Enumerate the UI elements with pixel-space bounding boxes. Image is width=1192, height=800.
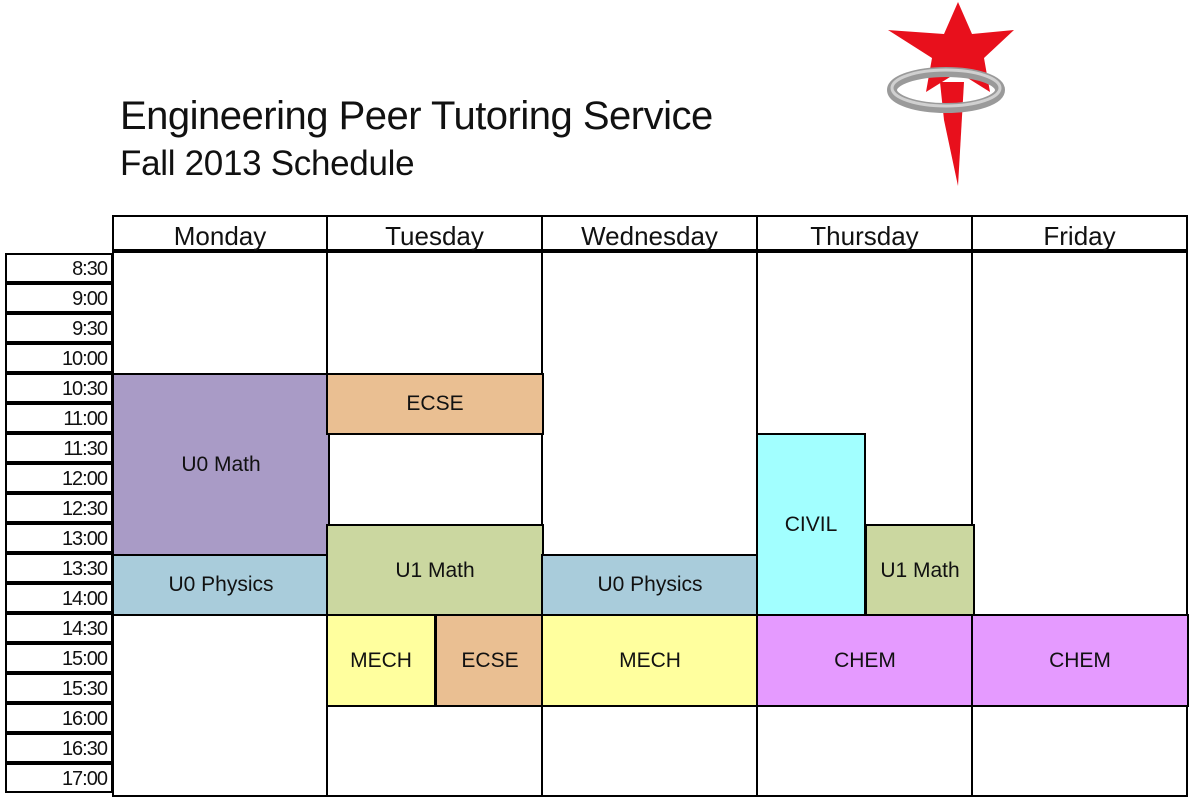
session-block: ECSE bbox=[326, 373, 544, 435]
session-block: U0 Physics bbox=[112, 554, 330, 616]
time-label: 8:30 bbox=[5, 253, 113, 283]
session-block: U1 Math bbox=[326, 524, 544, 617]
session-block: U0 Math bbox=[112, 373, 330, 556]
time-label: 10:30 bbox=[5, 373, 113, 403]
day-header-tuesday: Tuesday bbox=[326, 215, 543, 251]
session-block: U0 Physics bbox=[541, 554, 759, 616]
time-label: 17:00 bbox=[5, 763, 113, 793]
time-label: 12:00 bbox=[5, 463, 113, 493]
star-logo-icon bbox=[887, 2, 1014, 186]
day-header-wednesday: Wednesday bbox=[541, 215, 758, 251]
time-label: 9:00 bbox=[5, 283, 113, 313]
time-label: 13:30 bbox=[5, 553, 113, 583]
time-label: 16:00 bbox=[5, 703, 113, 733]
session-block: CHEM bbox=[756, 614, 974, 707]
session-block: MECH bbox=[541, 614, 759, 707]
time-label: 11:30 bbox=[5, 433, 113, 463]
time-label: 9:30 bbox=[5, 313, 113, 343]
day-header-thursday: Thursday bbox=[756, 215, 973, 251]
time-label: 14:30 bbox=[5, 613, 113, 643]
time-label: 14:00 bbox=[5, 583, 113, 613]
day-column-wednesday bbox=[541, 251, 758, 797]
session-block: MECH bbox=[326, 614, 436, 707]
time-label: 15:30 bbox=[5, 673, 113, 703]
time-label: 12:30 bbox=[5, 493, 113, 523]
page-subtitle: Fall 2013 Schedule bbox=[120, 144, 415, 183]
session-block: ECSE bbox=[435, 614, 545, 707]
time-label: 11:00 bbox=[5, 403, 113, 433]
time-label: 13:00 bbox=[5, 523, 113, 553]
day-column-friday bbox=[971, 251, 1188, 797]
session-block: CIVIL bbox=[756, 433, 866, 616]
session-block: CHEM bbox=[971, 614, 1189, 707]
time-label: 10:00 bbox=[5, 343, 113, 373]
day-header-monday: Monday bbox=[112, 215, 328, 251]
session-block: U1 Math bbox=[865, 524, 975, 617]
page-title: Engineering Peer Tutoring Service bbox=[120, 94, 713, 138]
time-label: 16:30 bbox=[5, 733, 113, 763]
time-label: 15:00 bbox=[5, 643, 113, 673]
day-header-friday: Friday bbox=[971, 215, 1188, 251]
star-tail bbox=[940, 82, 964, 186]
